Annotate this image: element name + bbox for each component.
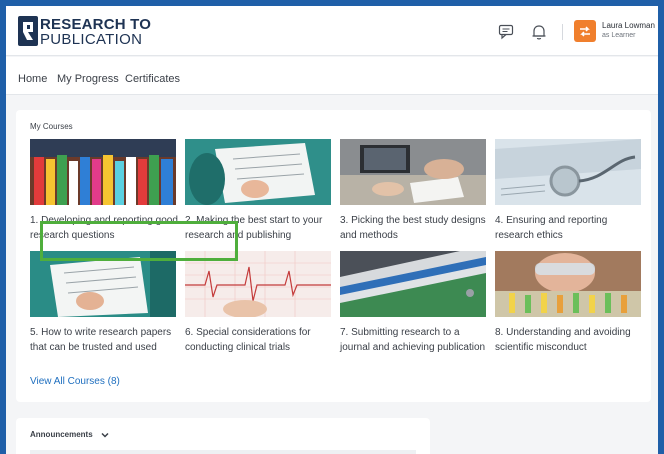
announcement-placeholder <box>30 450 416 454</box>
widget-title: My Courses <box>30 122 73 131</box>
course-title[interactable]: 3. Picking the best study designs and me… <box>340 213 490 243</box>
user-avatar[interactable] <box>574 20 596 42</box>
view-all-courses-link[interactable]: View All Courses (8) <box>30 376 120 387</box>
course-title[interactable]: 6. Special considerations for conducting… <box>185 325 335 355</box>
course-image <box>340 251 486 317</box>
nav-home[interactable]: Home <box>18 73 47 85</box>
course-title[interactable]: 4. Ensuring and reporting research ethic… <box>495 213 645 243</box>
top-header: RESEARCH TO PUBLICATION Laura Lowman as … <box>6 6 658 56</box>
user-role: as Learner <box>602 32 636 39</box>
course-title[interactable]: 8. Understanding and avoiding scientific… <box>495 325 645 355</box>
switch-arrows-icon <box>580 26 590 37</box>
header-divider <box>562 24 563 40</box>
course-title[interactable]: 5. How to write research papers that can… <box>30 325 180 355</box>
message-icon[interactable] <box>498 23 516 41</box>
course-image <box>30 139 176 205</box>
nav-my-progress[interactable]: My Progress <box>57 73 119 85</box>
bell-icon[interactable] <box>530 23 548 41</box>
brand-logo[interactable]: RESEARCH TO PUBLICATION <box>18 14 154 48</box>
announcements-title[interactable]: Announcements <box>30 430 93 439</box>
nav-certificates[interactable]: Certificates <box>125 73 180 85</box>
chevron-down-icon[interactable] <box>100 430 110 440</box>
main-nav: Home My Progress Certificates <box>6 57 658 95</box>
app-frame: RESEARCH TO PUBLICATION Laura Lowman as … <box>6 6 658 454</box>
highlight-box <box>40 221 238 261</box>
course-image <box>495 251 641 317</box>
logo-mark-icon <box>18 16 38 46</box>
course-image <box>495 139 641 205</box>
user-name[interactable]: Laura Lowman <box>602 21 655 30</box>
announcements-widget: Announcements <box>16 418 430 454</box>
brand-line2: PUBLICATION <box>40 31 143 48</box>
course-image <box>340 139 486 205</box>
course-title[interactable]: 7. Submitting research to a journal and … <box>340 325 490 355</box>
course-image <box>185 139 331 205</box>
